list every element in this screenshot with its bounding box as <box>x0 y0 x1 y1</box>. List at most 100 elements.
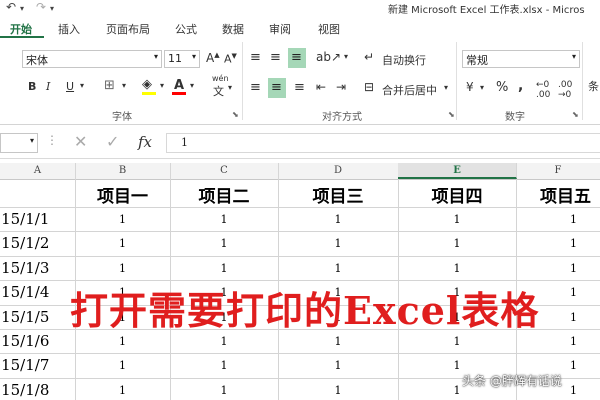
column-header-d[interactable]: D <box>278 163 399 179</box>
cancel-icon[interactable]: ✕ <box>74 132 87 151</box>
data-cell[interactable]: 1 <box>75 335 170 348</box>
date-cell[interactable]: 2015/1/1 <box>0 210 49 228</box>
align-right-icon[interactable]: ≡ <box>294 80 305 95</box>
data-cell[interactable]: 1 <box>516 262 600 275</box>
header-cell[interactable]: 项目三 <box>278 182 398 207</box>
bold-icon[interactable]: B <box>28 80 36 93</box>
chevron-down-icon[interactable]: ▾ <box>344 52 348 61</box>
column-header-c[interactable]: C <box>170 163 279 179</box>
chevron-down-icon[interactable]: ▾ <box>160 81 164 90</box>
wrap-text-button[interactable]: 自动换行 <box>382 52 426 68</box>
decrease-indent-icon[interactable]: ⇤ <box>316 80 326 94</box>
font-dialog-launcher-icon[interactable]: ⬊ <box>232 110 239 119</box>
merge-center-icon[interactable]: ⊟ <box>364 80 374 94</box>
align-center-button[interactable]: ≡ <box>268 78 286 98</box>
comma-style-icon[interactable]: , <box>518 78 523 94</box>
increase-decimal-icon[interactable]: ←0.00 <box>536 80 550 100</box>
decrease-font-size-icon[interactable]: A▼ <box>224 52 237 66</box>
data-cell[interactable]: 1 <box>398 237 516 250</box>
underline-icon[interactable]: U <box>66 80 74 93</box>
accounting-format-icon[interactable]: ¥ <box>466 80 474 94</box>
orientation-icon[interactable]: ab↗ <box>316 50 341 64</box>
undo-dropdown-icon[interactable]: ▾ <box>20 4 24 13</box>
date-cell[interactable]: 2015/1/3 <box>0 259 49 277</box>
percent-icon[interactable]: % <box>496 80 508 95</box>
tab-home[interactable]: 开始 <box>10 21 32 37</box>
wrap-text-icon[interactable]: ↵ <box>364 50 374 64</box>
tab-review[interactable]: 审阅 <box>269 21 291 37</box>
data-cell[interactable]: 1 <box>170 384 278 397</box>
chevron-down-icon[interactable]: ▾ <box>228 83 232 92</box>
chevron-down-icon[interactable]: ▾ <box>190 81 194 90</box>
tab-data[interactable]: 数据 <box>222 21 244 37</box>
align-middle-icon[interactable]: ≡ <box>270 50 281 65</box>
align-left-icon[interactable]: ≡ <box>250 80 261 95</box>
data-cell[interactable]: 1 <box>516 213 600 226</box>
data-cell[interactable]: 1 <box>170 335 278 348</box>
header-cell[interactable]: 项目一 <box>75 182 170 207</box>
data-cell[interactable]: 1 <box>75 262 170 275</box>
redo-icon[interactable]: ↷ <box>36 0 46 14</box>
insert-function-icon[interactable]: fx <box>138 133 152 151</box>
header-cell[interactable]: 项目四 <box>398 182 516 207</box>
borders-icon[interactable]: ⊞ <box>104 78 115 93</box>
data-cell[interactable]: 1 <box>278 359 398 372</box>
data-cell[interactable]: 1 <box>278 384 398 397</box>
enter-icon[interactable]: ✓ <box>106 132 119 151</box>
data-cell[interactable]: 1 <box>75 213 170 226</box>
tab-view[interactable]: 视图 <box>318 21 340 37</box>
column-header-a[interactable]: A <box>0 163 76 179</box>
date-cell[interactable]: 2015/1/5 <box>0 308 49 326</box>
column-header-f[interactable]: F <box>516 163 600 179</box>
data-cell[interactable]: 1 <box>278 213 398 226</box>
data-cell[interactable]: 1 <box>398 335 516 348</box>
font-color-icon[interactable]: A <box>174 78 184 93</box>
number-format-select[interactable]: 常规 ▾ <box>462 50 580 68</box>
data-cell[interactable]: 1 <box>75 384 170 397</box>
tab-formulas[interactable]: 公式 <box>175 21 197 37</box>
data-cell[interactable]: 1 <box>278 335 398 348</box>
tab-insert[interactable]: 插入 <box>58 21 80 37</box>
formula-input[interactable]: 1 <box>166 133 600 153</box>
data-cell[interactable]: 1 <box>516 359 600 372</box>
date-cell[interactable]: 2015/1/6 <box>0 332 49 350</box>
date-cell[interactable]: 2015/1/2 <box>0 234 49 252</box>
header-cell[interactable]: 项目五 <box>516 182 600 207</box>
data-cell[interactable]: 1 <box>170 213 278 226</box>
align-top-icon[interactable]: ≡ <box>250 50 261 65</box>
data-cell[interactable]: 1 <box>170 237 278 250</box>
data-cell[interactable]: 1 <box>516 237 600 250</box>
chevron-down-icon[interactable]: ▾ <box>80 81 84 90</box>
data-cell[interactable]: 1 <box>398 262 516 275</box>
number-dialog-launcher-icon[interactable]: ⬊ <box>572 110 579 119</box>
data-cell[interactable]: 1 <box>278 237 398 250</box>
fill-color-icon[interactable]: ◈ <box>142 77 152 92</box>
data-cell[interactable]: 1 <box>75 237 170 250</box>
date-cell[interactable]: 2015/1/7 <box>0 356 49 374</box>
redo-dropdown-icon[interactable]: ▾ <box>50 4 54 13</box>
tab-page-layout[interactable]: 页面布局 <box>106 21 150 37</box>
date-cell[interactable]: 2015/1/8 <box>0 381 49 399</box>
undo-icon[interactable]: ↶ <box>6 0 16 14</box>
chevron-down-icon[interactable]: ▾ <box>480 83 484 92</box>
chevron-down-icon[interactable]: ▾ <box>122 81 126 90</box>
alignment-dialog-launcher-icon[interactable]: ⬊ <box>448 110 455 119</box>
data-cell[interactable]: 1 <box>170 262 278 275</box>
header-cell[interactable]: 项目二 <box>170 182 278 207</box>
more-options-icon[interactable]: ⋮ <box>46 133 58 147</box>
increase-font-size-icon[interactable]: A▲ <box>206 51 220 65</box>
date-cell[interactable]: 2015/1/4 <box>0 283 49 301</box>
italic-icon[interactable]: I <box>46 80 50 93</box>
merge-center-button[interactable]: 合并后居中 <box>382 82 437 98</box>
column-header-e[interactable]: E <box>398 163 517 179</box>
data-cell[interactable]: 1 <box>398 213 516 226</box>
align-bottom-button[interactable]: ≡ <box>288 48 306 68</box>
chevron-down-icon[interactable]: ▾ <box>444 83 448 92</box>
increase-indent-icon[interactable]: ⇥ <box>336 80 346 94</box>
column-header-b[interactable]: B <box>75 163 171 179</box>
data-cell[interactable]: 1 <box>516 335 600 348</box>
data-cell[interactable]: 1 <box>170 359 278 372</box>
conditional-formatting-button[interactable]: 条 <box>588 78 599 94</box>
data-cell[interactable]: 1 <box>75 359 170 372</box>
phonetic-guide-icon[interactable]: 文 <box>213 83 224 99</box>
